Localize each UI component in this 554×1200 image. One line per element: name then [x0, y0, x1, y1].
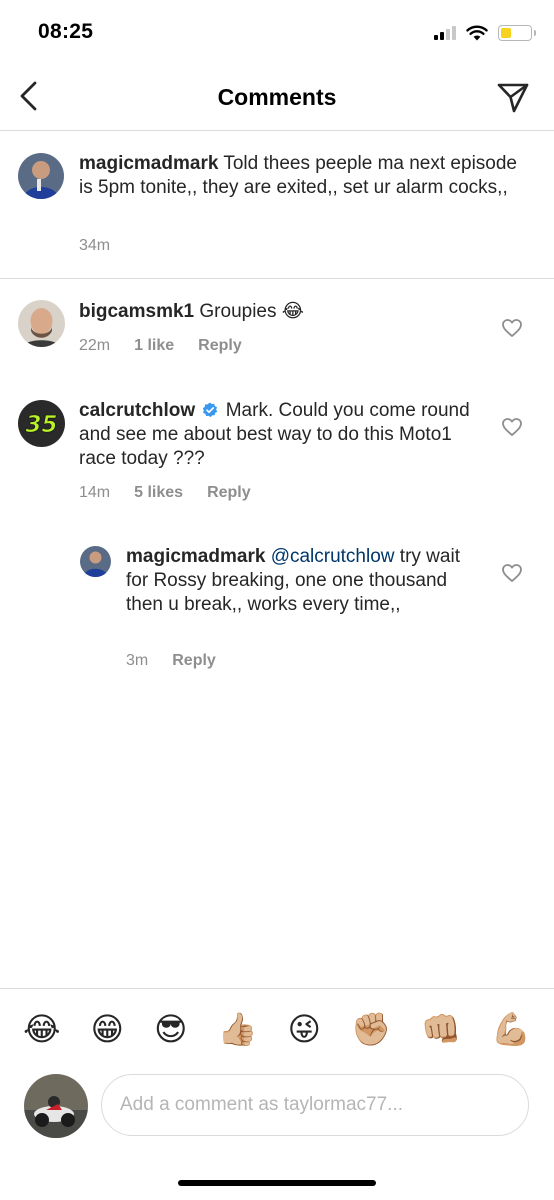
cellular-signal-icon [434, 26, 456, 40]
reply-text: magicmadmark @calcrutchlow try wait for … [126, 545, 476, 617]
comment-username[interactable]: calcrutchlow [79, 400, 195, 421]
comment-time: 14m [79, 484, 111, 501]
emoji-quick-bar: 😂 😁 😎 👍🏼 😜 ✊🏼 👊🏼 💪🏼 [0, 988, 554, 1068]
avatar[interactable]: 35 [18, 400, 65, 447]
comment-item: bigcamsmk1 Groupies 😂 22m 1 like Reply [0, 279, 554, 374]
avatar-image [18, 300, 65, 347]
home-indicator[interactable] [178, 1180, 376, 1186]
avatar-image [24, 1074, 88, 1138]
comment-username[interactable]: bigcamsmk1 [79, 301, 194, 322]
reply-time: 3m [126, 652, 149, 669]
battery-level [500, 27, 511, 38]
reply-meta: 3m Reply [126, 652, 216, 670]
avatar[interactable] [18, 300, 65, 347]
wifi-icon [466, 25, 488, 41]
comment-time: 22m [79, 337, 111, 354]
reply-item: magicmadmark @calcrutchlow try wait for … [0, 524, 554, 684]
page-title: Comments [217, 84, 337, 110]
likes-count[interactable]: 5 likes [134, 484, 183, 502]
comment-input[interactable] [101, 1074, 529, 1136]
caption-time: 34m [79, 237, 111, 254]
verified-badge-icon [203, 402, 218, 418]
avatar-badge-number: 35 [25, 412, 57, 438]
comment-meta: 22m 1 like Reply [79, 337, 242, 355]
avatar[interactable] [80, 546, 111, 577]
reply-button[interactable]: Reply [198, 337, 242, 355]
emoji-winking-tongue[interactable]: 😜 [288, 1009, 321, 1049]
status-icons [434, 22, 536, 44]
comment-item: 35 calcrutchlow Mark. Could you come rou… [0, 378, 554, 518]
avatar-image [80, 546, 111, 577]
emoji-flexed-biceps[interactable]: 💪🏼 [491, 1009, 531, 1049]
avatar-image [18, 153, 64, 199]
comment-body: Groupies 😂 [199, 301, 304, 322]
heart-icon[interactable] [501, 317, 523, 339]
status-bar: 08:25 [0, 0, 554, 64]
reply-username[interactable]: magicmadmark [126, 546, 265, 567]
current-user-avatar[interactable] [24, 1074, 88, 1138]
status-time: 08:25 [38, 20, 94, 43]
likes-count[interactable]: 1 like [134, 337, 174, 355]
mention-link[interactable]: @calcrutchlow [271, 546, 395, 567]
caption-username[interactable]: magicmadmark [79, 153, 218, 174]
emoji-thumbs-up[interactable]: 👍🏼 [218, 1009, 258, 1049]
heart-icon[interactable] [501, 416, 523, 438]
emoji-raised-fist[interactable]: ✊🏼 [351, 1009, 391, 1049]
comment-meta: 14m 5 likes Reply [79, 484, 251, 502]
comment-composer [0, 1068, 554, 1148]
emoji-tears-of-joy[interactable]: 😂 [23, 1009, 60, 1049]
paper-plane-icon[interactable] [496, 80, 530, 114]
caption-meta: 34m [79, 237, 110, 255]
battery-icon [498, 25, 536, 41]
emoji-grinning[interactable]: 😁 [91, 1009, 124, 1049]
avatar[interactable] [18, 153, 64, 199]
comments-header: Comments [0, 64, 554, 131]
post-caption: magicmadmark Told thees peeple ma next e… [0, 131, 554, 279]
comment-text: calcrutchlow Mark. Could you come round … [79, 399, 479, 471]
reply-button[interactable]: Reply [207, 484, 251, 502]
comment-text: bigcamsmk1 Groupies 😂 [79, 300, 479, 324]
heart-icon[interactable] [501, 562, 523, 584]
reply-button[interactable]: Reply [172, 652, 216, 670]
avatar-image: 35 [18, 400, 65, 447]
caption-text: magicmadmark Told thees peeple ma next e… [79, 152, 534, 200]
emoji-sunglasses[interactable]: 😎 [154, 1009, 187, 1049]
emoji-oncoming-fist[interactable]: 👊🏼 [421, 1009, 461, 1049]
